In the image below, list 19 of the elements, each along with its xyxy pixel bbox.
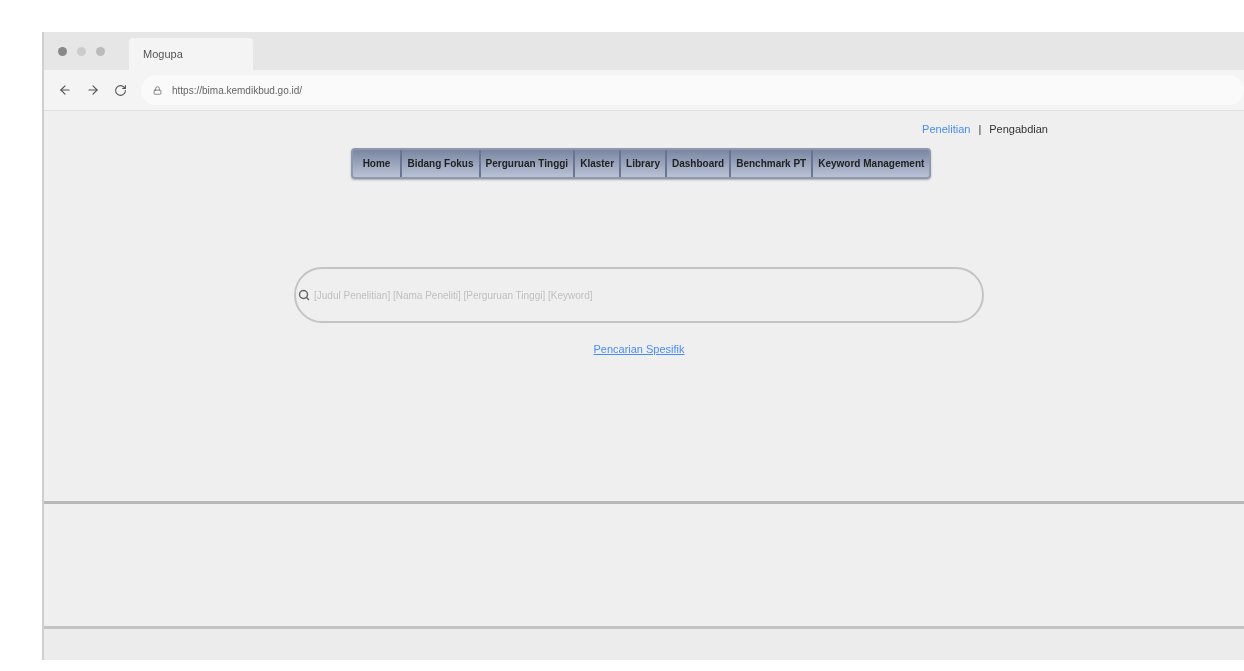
menu-item[interactable]: Klaster: [573, 150, 620, 177]
menu-item[interactable]: Dashboard: [664, 150, 730, 177]
menu-item[interactable]: Library: [619, 150, 665, 177]
menu-item[interactable]: Perguruan Tinggi: [478, 150, 574, 177]
section-link[interactable]: Pengabdian: [989, 123, 1048, 135]
separator-text: |: [978, 123, 982, 135]
search-icon: [298, 289, 310, 301]
menu-item[interactable]: Home: [352, 150, 401, 177]
browser-tab[interactable]: Mogupa: [129, 38, 253, 70]
menu-item[interactable]: Bidang Fokus: [400, 150, 479, 177]
address-field[interactable]: https://bima.kemdikbud.go.id/: [141, 75, 1244, 105]
lock-icon: [153, 85, 162, 95]
forward-icon[interactable]: [86, 83, 100, 97]
reload-icon[interactable]: [114, 83, 127, 97]
back-icon[interactable]: [58, 83, 72, 97]
url-text: https://bima.kemdikbud.go.id/: [172, 84, 303, 96]
menu-item[interactable]: Keyword Management: [811, 150, 930, 177]
window-close-icon[interactable]: [58, 46, 67, 56]
menu-item[interactable]: Benchmark PT: [729, 150, 812, 177]
